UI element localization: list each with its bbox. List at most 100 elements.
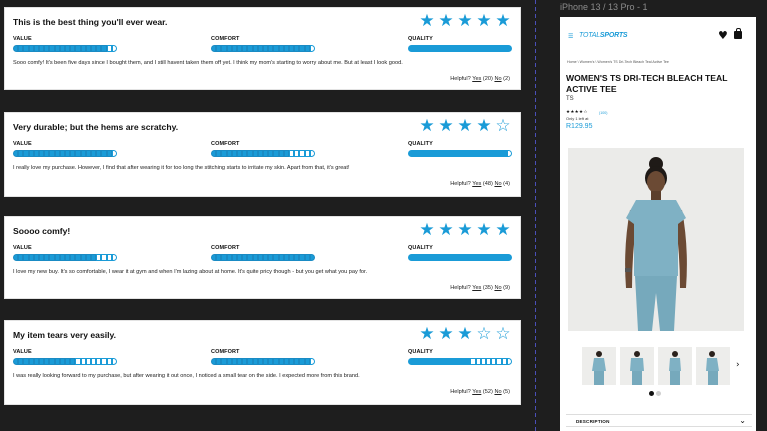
helpful-no-link[interactable]: No (494, 285, 501, 291)
product-main-image[interactable] (568, 148, 744, 331)
comfort-label: COMFORT (211, 245, 240, 251)
comfort-rating: COMFORT (211, 245, 316, 261)
description-accordion[interactable]: DESCRIPTION ⌄ (566, 414, 752, 427)
value-bar (13, 254, 118, 261)
star-icon: ★ (438, 116, 454, 136)
helpful-yes-link[interactable]: Yes (472, 389, 481, 395)
review-body: Sooo comfy! It's been five days since I … (13, 60, 403, 66)
rating-stars: ★ ★ ★ ★ ★ (418, 221, 512, 239)
value-rating: VALUE (13, 245, 118, 261)
frame-guide-line (535, 0, 536, 431)
review-count-link[interactable]: (100) (599, 111, 607, 115)
helpful-label: Helpful? (450, 76, 471, 82)
helpful-yes-link[interactable]: Yes (472, 285, 481, 291)
breadcrumb[interactable]: Home \ Women's \ Women's TS Dri-Tech Ble… (567, 60, 669, 64)
helpful-no-count: (4) (503, 181, 510, 187)
phone-frame: ☰ TOTALSPORTS ♥ Home \ Women's \ Women's… (560, 17, 756, 431)
review-title: Very durable; but the hems are scratchy. (13, 122, 179, 132)
thumbnail-4[interactable] (696, 347, 730, 385)
helpful-yes-count: (20) (482, 76, 493, 82)
bar-segment (506, 150, 513, 157)
bar-segment (506, 254, 513, 261)
menu-icon[interactable]: ☰ (568, 33, 573, 40)
star-icon: ★ (419, 116, 435, 136)
value-bar (13, 45, 118, 52)
helpful-no-link[interactable]: No (494, 76, 501, 82)
comfort-bar (211, 254, 316, 261)
review-card: Very durable; but the hems are scratchy.… (4, 112, 521, 197)
chevron-right-icon[interactable]: › (736, 360, 740, 370)
review-card: My item tears very easily. ★ ★ ★ ☆ ☆ VALUE COMF… (4, 320, 521, 405)
star-icon: ★ (419, 324, 435, 344)
star-icon: ★ (419, 220, 435, 240)
star-icon: ★ (419, 11, 435, 31)
site-header: ☰ TOTALSPORTS ♥ (560, 27, 756, 47)
helpful-label: Helpful? (450, 181, 471, 187)
bar-segment (309, 150, 316, 157)
value-rating: VALUE (13, 36, 118, 52)
bar-segment (111, 254, 118, 261)
star-icon: ★ (457, 11, 473, 31)
helpful-votes: Helpful? Yes (35) No (9) (450, 285, 510, 291)
star-icon: ★ (438, 220, 454, 240)
carousel-dots (649, 391, 661, 396)
rating-stars: ★ ★ ★ ★ ★ (418, 12, 512, 30)
review-title: This is the best thing you'll ever wear. (13, 17, 168, 27)
helpful-no-link[interactable]: No (494, 389, 501, 395)
quality-bar (408, 45, 513, 52)
star-icon: ★ (457, 116, 473, 136)
quality-rating: QUALITY (408, 349, 513, 365)
comfort-label: COMFORT (211, 141, 240, 147)
comfort-label: COMFORT (211, 349, 240, 355)
value-label: VALUE (13, 245, 32, 251)
thumbnail-2[interactable] (620, 347, 654, 385)
heart-icon[interactable]: ♥ (718, 29, 728, 42)
quality-rating: QUALITY (408, 141, 513, 157)
quality-rating: QUALITY (408, 245, 513, 261)
value-rating: VALUE (13, 141, 118, 157)
star-icon: ★ (438, 11, 454, 31)
helpful-no-count: (2) (503, 76, 510, 82)
helpful-yes-link[interactable]: Yes (472, 76, 481, 82)
quality-bar (408, 150, 513, 157)
star-icon: ★ (495, 220, 511, 240)
review-card: This is the best thing you'll ever wear.… (4, 7, 521, 90)
quality-rating: QUALITY (408, 36, 513, 52)
bar-segment (111, 358, 118, 365)
carousel-dot[interactable] (656, 391, 661, 396)
value-bar (13, 150, 118, 157)
carousel-dot-active[interactable] (649, 391, 654, 396)
helpful-yes-count: (52) (482, 389, 493, 395)
helpful-votes: Helpful? Yes (20) No (2) (450, 76, 510, 82)
helpful-votes: Helpful? Yes (48) No (4) (450, 181, 510, 187)
star-icon: ☆ (495, 324, 511, 344)
review-title: My item tears very easily. (13, 330, 117, 340)
comfort-bar (211, 150, 316, 157)
bar-segment (506, 358, 513, 365)
thumbnail-1[interactable] (582, 347, 616, 385)
thumbnail-strip (582, 347, 730, 385)
helpful-no-link[interactable]: No (494, 181, 501, 187)
star-icon: ★ (457, 324, 473, 344)
review-body: I love my new buy. It's so comfortable, … (13, 269, 368, 275)
star-icon: ★ (476, 116, 492, 136)
value-label: VALUE (13, 36, 32, 42)
star-icon: ★ (495, 11, 511, 31)
value-label: VALUE (13, 141, 32, 147)
helpful-yes-count: (48) (482, 181, 493, 187)
thumbnail-3[interactable] (658, 347, 692, 385)
bag-icon[interactable] (734, 28, 742, 39)
rating-stars: ★ ★ ★ ★ ☆ (418, 117, 512, 135)
star-icon: ★ (438, 324, 454, 344)
site-logo[interactable]: TOTALSPORTS (579, 32, 628, 39)
value-label: VALUE (13, 349, 32, 355)
review-title: Soooo comfy! (13, 226, 71, 236)
bar-segment (506, 45, 513, 52)
helpful-yes-link[interactable]: Yes (472, 181, 481, 187)
comfort-rating: COMFORT (211, 36, 316, 52)
frame-label: iPhone 13 / 13 Pro - 1 (560, 2, 648, 12)
comfort-label: COMFORT (211, 36, 240, 42)
bar-segment (309, 358, 316, 365)
star-icon: ☆ (476, 324, 492, 344)
star-icon: ★ (476, 11, 492, 31)
